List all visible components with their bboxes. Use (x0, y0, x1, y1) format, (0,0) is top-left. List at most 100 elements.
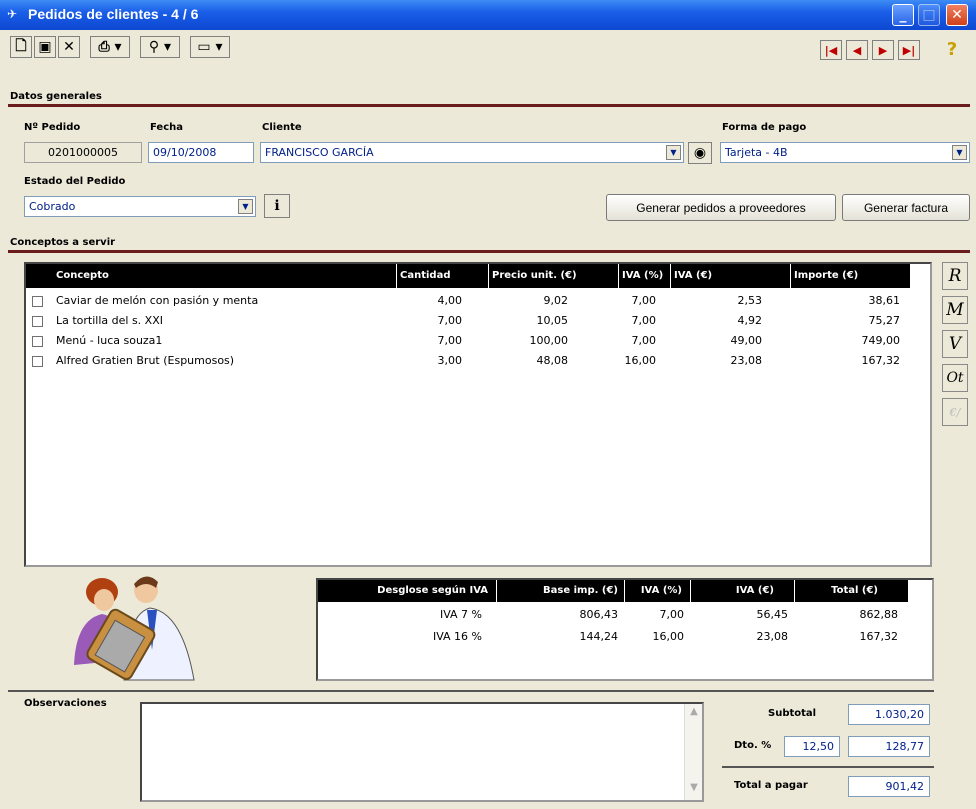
cell-unit-price: 48,08 (536, 354, 569, 367)
col-amount[interactable]: Importe (€) (794, 270, 858, 281)
cell-quantity: 7,00 (437, 314, 463, 327)
minimize-button[interactable]: _ (892, 4, 914, 26)
col-separator (624, 580, 625, 602)
row-checkbox[interactable] (32, 356, 43, 367)
save-icon[interactable]: ▣ (34, 36, 56, 58)
discount-pct-field[interactable]: 12,50 (784, 736, 840, 757)
window-view-icon[interactable]: ▭ ▾ (190, 36, 230, 58)
cell-iva-pct: 7,00 (631, 314, 657, 327)
last-record-icon[interactable]: ▶| (898, 40, 920, 60)
table-row[interactable]: Menú - luca souza1 7,00 100,00 7,00 49,0… (26, 332, 910, 352)
cell-iva-eur: 23,08 (730, 354, 763, 367)
status-value: Cobrado (29, 200, 76, 213)
chevron-down-icon[interactable]: ▼ (238, 199, 253, 214)
side-button-r[interactable]: R (942, 262, 968, 290)
col-unit-price[interactable]: Precio unit. (€) (492, 270, 577, 281)
cell-amount: 75,27 (868, 314, 901, 327)
discount-amount-field: 128,77 (848, 736, 930, 757)
delete-icon[interactable]: ✕ (58, 36, 80, 58)
new-document-icon[interactable]: 🗋 (10, 36, 32, 58)
cell-concept: La tortilla del s. XXI (56, 314, 163, 327)
side-button-ot[interactable]: Ot (942, 364, 968, 392)
col-iva-eur[interactable]: IVA (€) (674, 270, 712, 281)
table-row[interactable]: Caviar de melón con pasión y menta 4,00 … (26, 292, 910, 312)
cell-base: 144,24 (579, 630, 619, 643)
row-checkbox[interactable] (32, 316, 43, 327)
cell-concept: Alfred Gratien Brut (Espumosos) (56, 354, 235, 367)
order-number-label: Nº Pedido (24, 122, 81, 133)
generate-supplier-orders-button[interactable]: Generar pedidos a proveedores (606, 194, 836, 221)
col-separator (396, 264, 397, 288)
divider (8, 690, 934, 692)
scroll-up-icon[interactable]: ▲ (687, 706, 701, 722)
side-button-currency[interactable]: €/ (942, 398, 968, 426)
info-icon[interactable]: ℹ (264, 194, 290, 218)
close-button[interactable]: ✕ (946, 4, 968, 26)
payment-label: Forma de pago (722, 122, 807, 133)
subtotal-label: Subtotal (768, 708, 817, 719)
col-quantity[interactable]: Cantidad (400, 270, 450, 281)
cell-unit-price: 10,05 (536, 314, 569, 327)
cell-iva-pct: 16,00 (624, 354, 657, 367)
concepts-table-header: Concepto Cantidad Precio unit. (€) IVA (… (26, 264, 910, 288)
observations-scrollbar[interactable]: ▲ ▼ (684, 704, 702, 800)
payment-select[interactable]: Tarjeta - 4B ▼ (720, 142, 970, 163)
row-checkbox[interactable] (32, 296, 43, 307)
next-record-icon[interactable]: ▶ (872, 40, 894, 60)
section-general-title: Datos generales (10, 91, 102, 102)
col-iva-pct[interactable]: IVA (%) (622, 270, 663, 281)
iva-breakdown-table: Desglose según IVA Base imp. (€) IVA (%)… (316, 578, 934, 681)
cell-amount: 749,00 (861, 334, 901, 347)
cell-iva: 56,45 (756, 608, 789, 621)
help-icon[interactable]: ? (940, 38, 964, 60)
row-checkbox[interactable] (32, 336, 43, 347)
cell-pct: 16,00 (652, 630, 685, 643)
cell-unit-price: 100,00 (529, 334, 569, 347)
col-iva: IVA (€) (735, 585, 774, 596)
col-separator (670, 264, 671, 288)
table-row[interactable]: La tortilla del s. XXI 7,00 10,05 7,00 4… (26, 312, 910, 332)
cell-iva-pct: 7,00 (631, 294, 657, 307)
col-separator (690, 580, 691, 602)
cell-pct: 7,00 (659, 608, 685, 621)
cell-iva: 23,08 (756, 630, 789, 643)
first-record-icon[interactable]: |◀ (820, 40, 842, 60)
table-row[interactable]: Alfred Gratien Brut (Espumosos) 3,00 48,… (26, 352, 910, 372)
order-number-field: 0201000005 (24, 142, 142, 163)
status-select[interactable]: Cobrado ▼ (24, 196, 256, 217)
toolbar: 🗋 ▣ ✕ ⎙ ▾ ⚲ ▾ ▭ ▾ |◀ ◀ ▶ ▶| ? (0, 30, 976, 66)
view-eye-icon[interactable]: ◉ (688, 142, 712, 164)
cell-concept: Caviar de melón con pasión y menta (56, 294, 259, 307)
date-field[interactable]: 09/10/2008 (148, 142, 254, 163)
cell-total: 167,32 (859, 630, 899, 643)
total-field: 901,42 (848, 776, 930, 797)
search-binoculars-icon[interactable]: ⚲ ▾ (140, 36, 180, 58)
totals-divider (722, 766, 934, 768)
observations-textarea[interactable]: ▲ ▼ (140, 702, 704, 802)
col-separator (794, 580, 795, 602)
generate-invoice-button[interactable]: Generar factura (842, 194, 970, 221)
concepts-table: Concepto Cantidad Precio unit. (€) IVA (… (24, 262, 932, 567)
section-concepts-title: Conceptos a servir (10, 237, 116, 248)
cell-iva-pct: 7,00 (631, 334, 657, 347)
section-divider (8, 250, 970, 253)
side-button-m[interactable]: M (942, 296, 968, 324)
cell-iva-eur: 4,92 (737, 314, 763, 327)
table-row: IVA 16 % 144,24 16,00 23,08 167,32 (318, 628, 908, 648)
status-label: Estado del Pedido (24, 176, 126, 187)
maximize-button[interactable]: □ (918, 4, 940, 26)
scroll-down-icon[interactable]: ▼ (687, 782, 701, 798)
side-button-v[interactable]: V (942, 330, 968, 358)
client-select[interactable]: FRANCISCO GARCÍA ▼ (260, 142, 684, 163)
cell-concept: Menú - luca souza1 (56, 334, 163, 347)
payment-value: Tarjeta - 4B (725, 146, 788, 159)
cell-iva-eur: 49,00 (730, 334, 763, 347)
chevron-down-icon[interactable]: ▼ (666, 145, 681, 160)
previous-record-icon[interactable]: ◀ (846, 40, 868, 60)
chevron-down-icon[interactable]: ▼ (952, 145, 967, 160)
col-separator (618, 264, 619, 288)
print-icon[interactable]: ⎙ ▾ (90, 36, 130, 58)
total-label: Total a pagar (734, 780, 808, 791)
col-concept[interactable]: Concepto (56, 270, 109, 281)
cell-quantity: 4,00 (437, 294, 463, 307)
